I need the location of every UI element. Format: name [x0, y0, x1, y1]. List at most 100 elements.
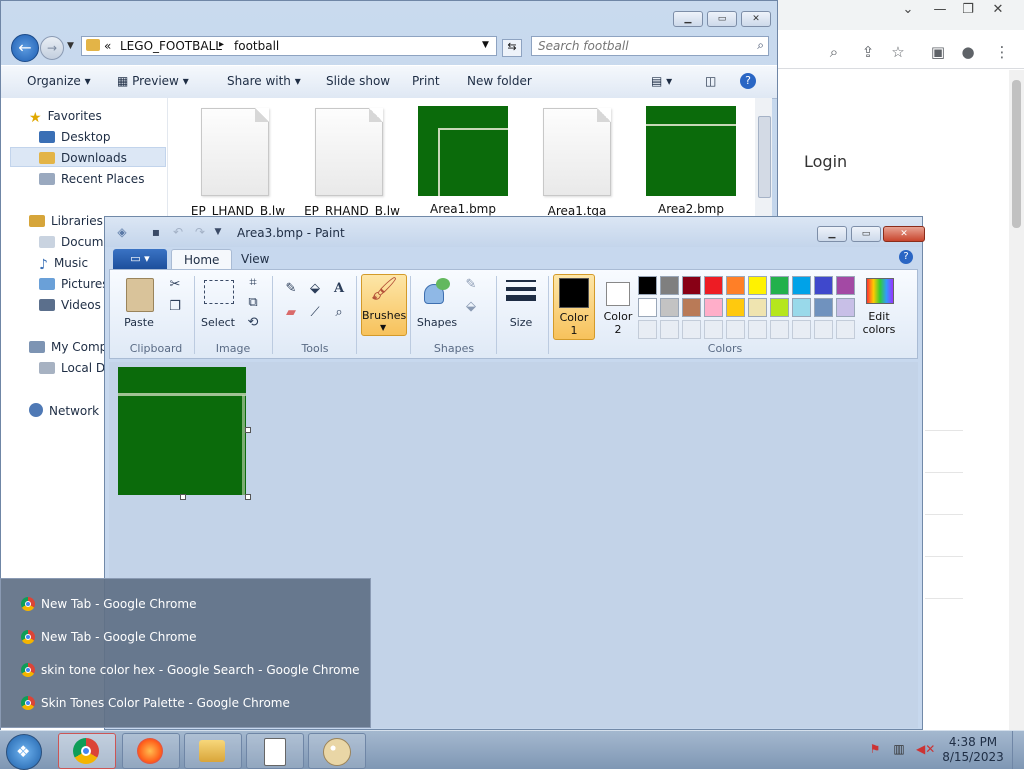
palette-swatch-empty[interactable] [660, 320, 679, 339]
color1-button[interactable]: Color 1 [553, 274, 595, 340]
outline-icon[interactable]: ✎ [460, 274, 482, 296]
edit-colors-button[interactable]: Edit colors [858, 276, 900, 338]
eraser-icon[interactable]: ▰ [280, 302, 302, 324]
sidebar-icon[interactable]: ▣ [928, 42, 948, 62]
taskbar-explorer[interactable] [184, 733, 242, 769]
tab-home[interactable]: Home [171, 249, 233, 270]
forward-button[interactable]: → [40, 36, 64, 60]
chevron-right-icon[interactable]: ▸ [219, 39, 224, 50]
palette-swatch[interactable] [682, 298, 701, 317]
breadcrumb-segment[interactable]: LEGO_FOOTBALL [120, 39, 222, 53]
chevron-down-icon[interactable]: ▼ [482, 40, 489, 50]
print-button[interactable]: Print [412, 74, 440, 88]
redo-icon[interactable]: ↷ [193, 225, 207, 239]
show-desktop-button[interactable] [1012, 731, 1024, 769]
start-button[interactable]: ❖ [6, 734, 42, 770]
fill-icon[interactable]: ⬙ [304, 278, 326, 300]
paste-icon[interactable] [126, 278, 154, 312]
nav-desktop[interactable]: Desktop [39, 130, 111, 144]
volume-muted-icon[interactable]: ◀✕ [916, 742, 935, 756]
save-icon[interactable]: ▪ [149, 225, 163, 239]
file-item[interactable]: Area2.bmp [636, 98, 746, 216]
preview-button[interactable]: ▦ Preview ▾ [117, 74, 189, 88]
palette-swatch-empty[interactable] [836, 320, 855, 339]
jumplist-item[interactable]: New Tab - Google Chrome [21, 597, 196, 611]
palette-swatch[interactable] [748, 276, 767, 295]
scrollbar-thumb[interactable] [1012, 80, 1021, 228]
network-tray-icon[interactable]: ▥ [892, 742, 906, 756]
minimize-button[interactable]: — [926, 2, 954, 18]
nav-documents[interactable]: Docume [39, 235, 111, 249]
taskbar-chrome[interactable] [58, 733, 116, 769]
shapes-icon[interactable] [422, 278, 452, 304]
file-list-scrollbar[interactable] [755, 98, 772, 218]
palette-swatch[interactable] [792, 276, 811, 295]
pencil-icon[interactable]: ✎ [280, 278, 302, 300]
chrome-scrollbar[interactable] [1009, 70, 1024, 730]
breadcrumb-segment[interactable]: football [234, 39, 279, 53]
brushes-button[interactable]: 🖌 Brushes ▼ [361, 274, 407, 336]
close-button[interactable]: ✕ [883, 226, 925, 242]
palette-swatch-empty[interactable] [748, 320, 767, 339]
jumplist-item[interactable]: Skin Tones Color Palette - Google Chrome [21, 696, 290, 710]
paint-file-menu[interactable]: ▭ ▾ [113, 249, 167, 269]
palette-swatch[interactable] [792, 298, 811, 317]
size-button[interactable]: Size [500, 316, 542, 329]
palette-swatch[interactable] [836, 276, 855, 295]
search-icon[interactable]: ⌕ [824, 42, 844, 62]
palette-swatch[interactable] [660, 298, 679, 317]
resize-handle[interactable] [245, 494, 251, 500]
nav-computer[interactable]: My Compu [29, 340, 115, 354]
nav-downloads[interactable]: Downloads [39, 151, 127, 165]
refresh-icon[interactable]: ⇆ [502, 39, 522, 57]
paint-app-icon[interactable]: ◈ [115, 225, 129, 239]
copy-icon[interactable]: ❐ [164, 296, 186, 318]
minimize-button[interactable]: ▁ [673, 11, 703, 27]
select-icon[interactable] [204, 280, 234, 304]
file-item[interactable]: Area1.tga [522, 98, 632, 218]
nav-favorites[interactable]: ★ Favorites [29, 109, 102, 126]
nav-network[interactable]: Network [29, 403, 99, 418]
palette-swatch[interactable] [836, 298, 855, 317]
resize-icon[interactable]: ⧉ [242, 292, 264, 314]
maximize-button[interactable]: ▭ [851, 226, 881, 242]
taskbar-firefox[interactable] [122, 733, 180, 769]
nav-pictures[interactable]: Pictures [39, 277, 109, 291]
palette-swatch-empty[interactable] [792, 320, 811, 339]
palette-swatch[interactable] [770, 298, 789, 317]
jumplist-item[interactable]: New Tab - Google Chrome [21, 630, 196, 644]
slide-show-button[interactable]: Slide show [326, 74, 390, 88]
palette-swatch-empty[interactable] [704, 320, 723, 339]
jumplist-item[interactable]: skin tone color hex - Google Search - Go… [21, 663, 360, 677]
palette-swatch[interactable] [726, 298, 745, 317]
palette-swatch[interactable] [638, 298, 657, 317]
new-folder-button[interactable]: New folder [467, 74, 532, 88]
crop-icon[interactable]: ⌗ [242, 272, 264, 294]
undo-icon[interactable]: ↶ [171, 225, 185, 239]
nav-recent-places[interactable]: Recent Places [39, 172, 144, 186]
help-icon[interactable]: ? [899, 250, 913, 264]
search-icon[interactable]: ⌕ [757, 38, 764, 53]
palette-swatch[interactable] [660, 276, 679, 295]
tab-view[interactable]: View [229, 249, 281, 269]
resize-handle[interactable] [245, 427, 251, 433]
palette-swatch[interactable] [814, 298, 833, 317]
magnifier-icon[interactable]: ⌕ [328, 302, 350, 324]
share-icon[interactable]: ⇪ [858, 42, 878, 62]
close-button[interactable]: ✕ [984, 2, 1012, 18]
taskbar-notepad[interactable] [246, 733, 304, 769]
palette-swatch-empty[interactable] [726, 320, 745, 339]
maximize-button[interactable]: ▭ [707, 11, 737, 27]
login-link[interactable]: Login [804, 152, 847, 171]
paste-button[interactable]: Paste [118, 316, 160, 329]
resize-handle[interactable] [180, 494, 186, 500]
profile-icon[interactable]: ● [958, 42, 978, 62]
nav-music[interactable]: ♪ Music [39, 256, 88, 273]
restore-button[interactable]: ❐ [954, 2, 982, 18]
nav-videos[interactable]: Videos [39, 298, 101, 312]
palette-swatch-empty[interactable] [770, 320, 789, 339]
file-item[interactable]: _EP_RHAND_B.lw [294, 98, 404, 218]
shapes-button[interactable]: Shapes [414, 316, 460, 329]
nav-libraries[interactable]: Libraries [29, 214, 103, 228]
text-icon[interactable]: A [328, 278, 350, 300]
